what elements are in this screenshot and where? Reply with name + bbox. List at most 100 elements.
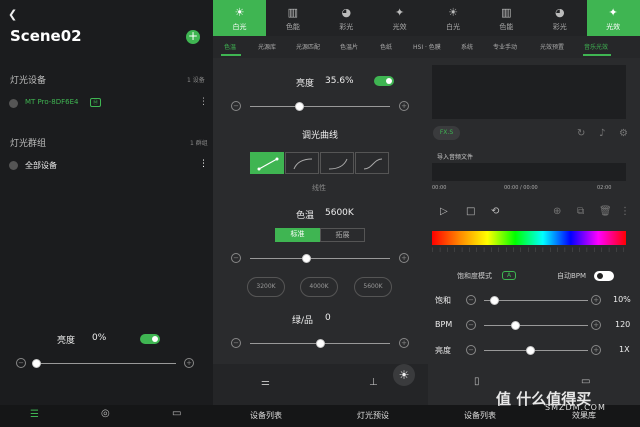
cct-standard-tab[interactable]: 标准 [275,228,320,242]
hue-spectrum-bar[interactable] [432,231,626,245]
main-tab-6[interactable]: ◕ 彩光 [533,0,586,36]
cct-preset-4000[interactable]: 4000K [300,277,338,297]
bpm-knob[interactable] [510,321,520,330]
auto-bpm-toggle[interactable] [594,271,614,281]
subtab-cct[interactable]: 色温 [224,42,236,51]
subtab-hsi[interactable]: HSI · 色膜 [413,42,441,51]
mid-brightness-track [250,106,390,107]
main-tab-0[interactable]: ☀ 白光 [213,0,266,36]
bpm-minus[interactable]: − [466,320,476,330]
more-icon[interactable]: ⋮ [620,206,630,217]
fx-button[interactable]: FX.S [433,126,460,140]
cct-preset-5600[interactable]: 5600K [354,277,392,297]
left-plus-button[interactable]: + [184,358,194,368]
device-menu-icon[interactable]: ⋮ [199,97,208,107]
cct-extended-tab[interactable]: 拓展 [320,228,365,242]
left-brightness-track [36,363,176,364]
cct-preset-3200[interactable]: 3200K [247,277,285,297]
group-name[interactable]: 全部设备 [25,160,57,171]
mid-brightness-label: 亮度 [296,79,315,89]
sun-icon: ☀ [234,6,245,19]
saturation-plus[interactable]: + [591,295,601,305]
curve-log-button[interactable] [285,152,319,174]
mid-brightness-minus[interactable]: − [231,101,241,111]
device-name[interactable]: MT Pro-8DF6E4 [25,98,79,106]
subtab-pro[interactable]: 专业手动 [493,42,517,51]
saturation-track [484,300,588,301]
curve-exp-button[interactable] [320,152,354,174]
subtab-music-fx[interactable]: 音乐光效 [584,42,608,51]
subtab-fx-preset[interactable]: 光效预置 [540,42,564,51]
gm-label: 绿/品 [292,316,314,326]
library-icon[interactable]: ▭ [581,376,590,387]
fx-brightness-track [484,350,588,351]
music-icon[interactable]: ♪ [599,128,605,139]
bpm-plus[interactable]: + [591,320,601,330]
curve-linear-button[interactable] [250,152,284,174]
nav-light-preset[interactable]: 灯光预设 [357,410,389,421]
cct-value: 5600K [325,208,354,218]
magic-wand-icon: ✦ [608,6,618,19]
magic-wand-icon: ✦ [395,6,405,19]
loop-icon[interactable]: ⟲ [491,206,499,217]
stop-icon[interactable]: □ [466,206,475,217]
gm-minus[interactable]: − [231,338,241,348]
main-tab-4[interactable]: ☀ 白光 [427,0,480,36]
watermark-url: SMZDM.COM [545,403,606,412]
add-icon[interactable]: ⊕ [553,206,561,217]
left-minus-button[interactable]: − [16,358,26,368]
gauge-icon[interactable]: ◎ [101,408,110,419]
fx-brightness-label: 亮度 [435,346,451,355]
auto-bpm-label: 自动BPM [557,272,587,280]
palette-icon: ◕ [554,6,565,19]
play-icon[interactable]: ▷ [440,206,448,217]
fx-brightness-minus[interactable]: − [466,345,476,355]
gm-knob[interactable] [315,339,325,348]
monitor-icon[interactable]: ▭ [172,408,181,419]
add-button[interactable]: + [186,30,200,44]
cct-knob[interactable] [301,254,311,263]
subtab-gel[interactable]: 色温片 [340,42,358,51]
audio-waveform-area [432,65,626,119]
subtab-source-lib[interactable]: 光源库 [258,42,276,51]
saturation-minus[interactable]: − [466,295,476,305]
main-tab-7[interactable]: ✦ 光效 [586,0,640,36]
crop-icon[interactable]: ⊥ [369,377,378,388]
import-audio-label[interactable]: 导入音频文件 [437,152,473,161]
main-tab-5[interactable]: ▥ 色能 [480,0,533,36]
settings-icon[interactable]: ⚙ [619,128,628,139]
sun-settings-icon[interactable]: ☀ [393,364,415,386]
left-brightness-toggle[interactable] [140,334,160,344]
main-tab-1[interactable]: ▥ 色能 [266,0,319,36]
nav-device-list[interactable]: 设备列表 [250,410,282,421]
cct-minus[interactable]: − [231,253,241,263]
cct-plus[interactable]: + [399,253,409,263]
cct-label: 色温 [296,211,315,221]
fx-brightness-value: 1X [619,345,630,354]
refresh-icon[interactable]: ↻ [577,128,585,139]
back-icon[interactable]: ❮ [8,8,17,21]
subtab-system[interactable]: 系统 [461,42,473,51]
group-menu-icon[interactable]: ⋮ [199,159,208,169]
saturation-knob[interactable] [489,296,499,305]
subtab-source-match[interactable]: 光源匹配 [296,42,320,51]
main-tab-3[interactable]: ✦ 光效 [373,0,426,36]
gm-plus[interactable]: + [399,338,409,348]
file-icon[interactable]: ▯ [474,376,480,387]
mid-brightness-toggle[interactable] [374,76,394,86]
left-brightness-knob[interactable] [31,359,41,368]
main-tab-2[interactable]: ◕ 彩光 [320,0,373,36]
devices-header: 灯光设备 [10,76,47,86]
mid-brightness-plus[interactable]: + [399,101,409,111]
fx-brightness-plus[interactable]: + [591,345,601,355]
sat-mode-badge[interactable]: A [502,271,516,280]
main-tab-label: 色能 [499,23,514,31]
nav-device-list-2[interactable]: 设备列表 [464,410,496,421]
curve-s-button[interactable] [355,152,389,174]
delete-icon[interactable]: 🗑 [599,206,612,217]
subtab-paper[interactable]: 色纸 [380,42,392,51]
curve-exp-icon [328,158,348,170]
list-icon[interactable]: ☰ [30,409,39,420]
sliders-icon[interactable]: ⚌ [261,377,270,388]
copy-icon[interactable]: ⧉ [577,206,584,217]
